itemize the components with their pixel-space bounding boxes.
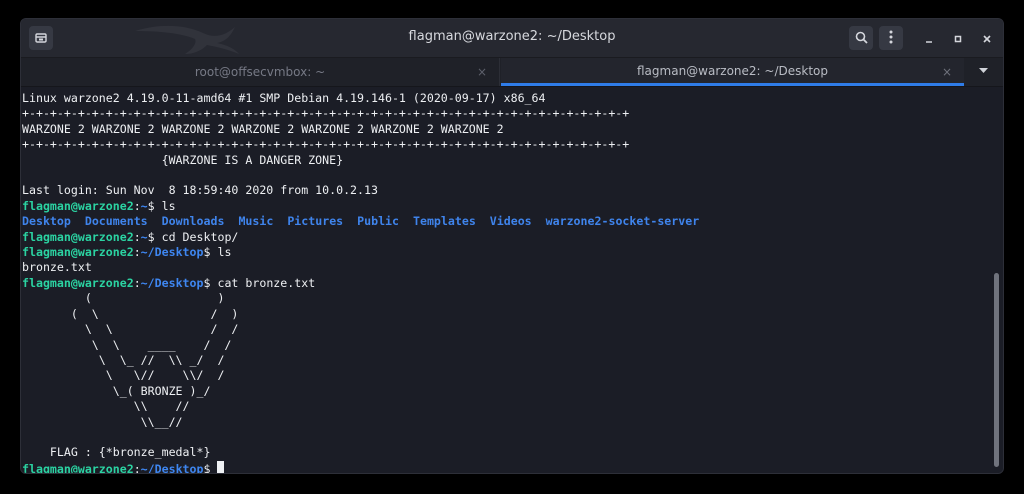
search-button[interactable] xyxy=(849,26,873,50)
tab-label: root@offsecvmbox: ~ xyxy=(194,65,326,79)
dir-entry: Public xyxy=(357,214,400,229)
tab-close-icon[interactable]: × xyxy=(942,65,952,79)
dir-entry: Videos xyxy=(489,214,532,229)
prompt-sep: : xyxy=(133,198,141,213)
dir-entry: Pictures xyxy=(287,214,344,229)
maximize-icon xyxy=(953,29,963,48)
ascii-art-line: \ \// \\/ / xyxy=(22,368,225,383)
kebab-menu-icon xyxy=(889,29,893,48)
title-bar[interactable]: flagman@warzone2: ~/Desktop xyxy=(21,19,1003,58)
search-icon xyxy=(855,29,868,48)
tab-bar: root@offsecvmbox: ~ × flagman@warzone2: … xyxy=(21,58,1003,87)
terminal-output[interactable]: Linux warzone2 4.19.0-11-amd64 #1 SMP De… xyxy=(21,87,993,473)
dir-entry: Music xyxy=(238,214,274,229)
new-tab-button[interactable] xyxy=(29,26,53,50)
motd-line: Linux warzone2 4.19.0-11-amd64 #1 SMP De… xyxy=(22,91,546,105)
motd-line: +-+-+-+-+-+-+-+-+-+-+-+-+-+-+-+-+-+-+-+-… xyxy=(22,106,630,121)
prompt-end: $ xyxy=(203,461,211,473)
command-text: cd Desktop/ xyxy=(154,229,239,244)
tab-close-icon[interactable]: × xyxy=(477,65,487,79)
ascii-art-line: \\ // xyxy=(22,399,190,414)
prompt-path: ~/Desktop xyxy=(140,275,204,290)
ascii-art-line: \_( BRONZE )_/ xyxy=(22,383,211,398)
prompt-path: ~ xyxy=(140,198,148,213)
prompt-end: $ xyxy=(147,198,155,213)
dir-entry: Templates xyxy=(412,214,476,229)
terminal-window: flagman@warzone2: ~/Desktop root@offsecv… xyxy=(20,18,1004,474)
ascii-art-line: \ \ / / xyxy=(22,322,239,337)
prompt-user: flagman@warzone2 xyxy=(22,229,134,244)
close-icon xyxy=(982,29,992,48)
command-text: ls xyxy=(210,245,232,260)
command-text: cat bronze.txt xyxy=(210,275,316,290)
close-button[interactable] xyxy=(975,26,999,50)
flag-line: FLAG : {*bronze_medal*} xyxy=(22,445,211,460)
chevron-down-icon xyxy=(978,67,988,77)
prompt-path: ~/Desktop xyxy=(140,245,204,260)
prompt-sep: : xyxy=(133,461,141,473)
dir-entry: Downloads xyxy=(161,214,225,229)
file-entry: bronze.txt xyxy=(22,260,92,275)
new-tab-icon xyxy=(35,29,47,48)
tab-flagman-warzone2[interactable]: flagman@warzone2: ~/Desktop × xyxy=(501,58,964,86)
tab-root-offsecvmbox[interactable]: root@offsecvmbox: ~ × xyxy=(21,58,500,86)
command-text: ls xyxy=(154,198,176,213)
ascii-art-line: ( \ / ) xyxy=(22,306,239,321)
motd-line: {WARZONE IS A DANGER ZONE} xyxy=(22,152,344,167)
prompt-user: flagman@warzone2 xyxy=(22,245,134,260)
prompt-path: ~ xyxy=(140,229,148,244)
motd-line: +-+-+-+-+-+-+-+-+-+-+-+-+-+-+-+-+-+-+-+-… xyxy=(22,137,630,152)
kali-dragon-logo xyxy=(131,21,251,55)
motd-line: WARZONE 2 WARZONE 2 WARZONE 2 WARZONE 2 … xyxy=(22,121,504,136)
prompt-sep: : xyxy=(133,229,141,244)
scrollbar[interactable] xyxy=(991,87,1003,473)
dir-entry: Desktop xyxy=(22,214,71,229)
last-login-line: Last login: Sun Nov 8 18:59:40 2020 from… xyxy=(22,183,378,198)
prompt-path: ~/Desktop xyxy=(140,461,204,473)
ascii-art-line: \ \_ // \\ _/ / xyxy=(22,352,225,367)
minimize-icon xyxy=(924,29,934,48)
prompt-user: flagman@warzone2 xyxy=(22,275,134,290)
prompt-sep: : xyxy=(133,245,141,260)
dir-entry: Documents xyxy=(84,214,148,229)
prompt-sep: : xyxy=(133,275,141,290)
prompt-end: $ xyxy=(147,229,155,244)
scrollbar-thumb[interactable] xyxy=(994,273,999,467)
maximize-button[interactable] xyxy=(946,26,970,50)
menu-button[interactable] xyxy=(879,26,903,50)
tab-label: flagman@warzone2: ~/Desktop xyxy=(637,63,828,78)
ascii-art-line: \ \ ____ / / xyxy=(22,337,232,352)
tab-dropdown-button[interactable] xyxy=(963,58,1003,86)
prompt-user: flagman@warzone2 xyxy=(22,198,134,213)
prompt-user: flagman@warzone2 xyxy=(22,461,134,473)
text-cursor xyxy=(217,460,225,473)
minimize-button[interactable] xyxy=(917,26,941,50)
dir-entry: warzone2-socket-server xyxy=(545,214,700,229)
ascii-art-line: ( ) xyxy=(22,291,225,306)
ascii-art-line: \\__// xyxy=(22,414,183,429)
